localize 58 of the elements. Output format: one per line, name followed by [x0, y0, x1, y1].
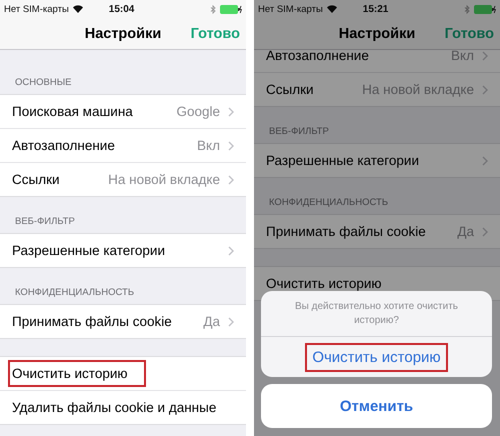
- row-label: Разрешенные категории: [265, 152, 420, 170]
- clear-history-button[interactable]: Очистить историю: [305, 342, 448, 372]
- battery-icon: [220, 4, 242, 14]
- section-header: ВЕБ-ФИЛЬТР: [269, 126, 329, 137]
- section-header: ОСНОВНЫЕ: [15, 77, 72, 88]
- settings-row[interactable]: Удалить файлы cookie и данные: [0, 391, 246, 424]
- bluetooth-icon: [464, 4, 470, 14]
- settings-row[interactable]: Автозаполнение Вкл: [254, 50, 500, 73]
- row-value: На новой вкладке: [108, 172, 220, 187]
- cancel-button[interactable]: Отменить: [261, 384, 492, 428]
- row-value: На новой вкладке: [362, 82, 474, 97]
- chevron-icon: [482, 226, 488, 236]
- chevron-icon: [228, 174, 234, 184]
- nav-title: Настройки: [338, 26, 416, 42]
- settings-row[interactable]: Разрешенные категории: [254, 144, 500, 177]
- row-value: Вкл: [197, 138, 220, 153]
- chevron-icon: [228, 140, 234, 150]
- settings-row[interactable]: Принимать файлы cookie Да: [254, 215, 500, 248]
- settings-row[interactable]: Ссылки На новой вкладке: [0, 163, 246, 196]
- row-value: Да: [457, 224, 474, 239]
- chevron-icon: [482, 84, 488, 94]
- settings-row[interactable]: Ссылки На новой вкладке: [254, 73, 500, 106]
- bluetooth-icon: [210, 4, 216, 14]
- sheet-message: Вы действительно хотите очистить историю?: [261, 291, 492, 337]
- status-time: 15:21: [362, 4, 388, 14]
- wifi-icon: [72, 5, 83, 13]
- row-label: Принимать файлы cookie: [11, 313, 173, 331]
- row-label: Ссылки: [265, 81, 315, 99]
- section-header: КОНФИДЕНЦИАЛЬНОСТЬ: [269, 197, 388, 208]
- chevron-icon: [482, 156, 488, 166]
- row-label: Автозаполнение: [11, 137, 116, 155]
- row-value: Вкл: [451, 50, 474, 63]
- settings-row[interactable]: Разрешенные категории: [0, 234, 246, 267]
- row-label: Автозаполнение: [265, 50, 370, 65]
- row-value: Да: [203, 314, 220, 329]
- row-label: Разрешенные категории: [11, 242, 166, 260]
- carrier-label: Нет SIM-карты: [4, 4, 69, 14]
- settings-row[interactable]: Очистить историю: [0, 357, 246, 391]
- chevron-icon: [228, 106, 234, 116]
- row-label: Очистить историю: [265, 275, 383, 293]
- row-label: Поисковая машина: [11, 103, 134, 121]
- section-header: КОНФИДЕНЦИАЛЬНОСТЬ: [15, 287, 134, 298]
- carrier-label: Нет SIM-карты: [258, 4, 323, 14]
- status-time: 15:04: [108, 4, 134, 14]
- settings-row[interactable]: Принимать файлы cookie Да: [0, 305, 246, 338]
- row-label: Удалить файлы cookie и данные: [11, 399, 218, 417]
- chevron-icon: [228, 246, 234, 256]
- settings-row[interactable]: Поисковая машина Google: [0, 95, 246, 129]
- row-label: Очистить историю: [8, 360, 146, 387]
- settings-row[interactable]: Автозаполнение Вкл: [0, 129, 246, 163]
- row-label: Принимать файлы cookie: [265, 223, 427, 241]
- row-value: Google: [176, 104, 220, 119]
- section-header: ВЕБ-ФИЛЬТР: [15, 216, 75, 227]
- wifi-icon: [326, 5, 337, 13]
- nav-title: Настройки: [84, 26, 162, 42]
- chevron-icon: [228, 316, 234, 326]
- battery-icon: [474, 4, 496, 14]
- row-label: Ссылки: [11, 171, 61, 189]
